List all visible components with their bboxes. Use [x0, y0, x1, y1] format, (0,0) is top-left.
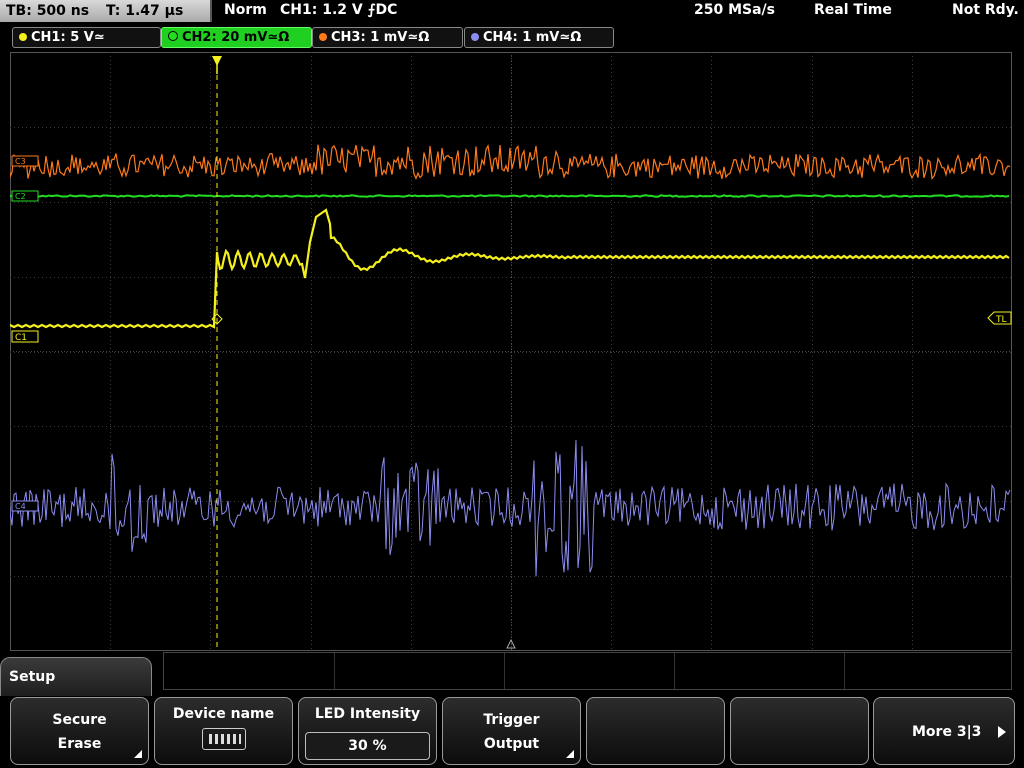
softkey-label: Erase — [57, 736, 102, 752]
next-page-arrow-icon — [998, 726, 1006, 738]
softkey-bar: Secure Erase Device name LED Intensity 3… — [0, 696, 1024, 768]
graticule — [10, 52, 1012, 651]
ch2-trace — [10, 194, 1010, 198]
channel-tab-ch2[interactable]: CH2: 20 mV≃Ω — [161, 27, 312, 48]
softkey-label: LED Intensity — [314, 706, 421, 722]
channel-tab-ch4[interactable]: CH4: 1 mV≃Ω — [464, 27, 614, 48]
timebase-value: TB: 500 ns — [6, 3, 90, 19]
ch1-trace — [10, 208, 1010, 329]
led-intensity-button[interactable]: LED Intensity 30 % — [298, 697, 437, 765]
info-strip-divider — [674, 653, 675, 689]
ch2-color-dot — [168, 31, 178, 41]
more-label: More 3|3 — [912, 724, 982, 740]
secure-erase-button[interactable]: Secure Erase — [10, 697, 149, 765]
ch4-label: CH4: 1 mV≃Ω — [483, 30, 582, 45]
more-button[interactable]: More 3|3 — [873, 697, 1015, 765]
ch4-offset-marker[interactable]: C4 — [11, 500, 39, 512]
ch4-marker-label: C4 — [15, 502, 26, 511]
trigger-mode[interactable]: Norm — [224, 2, 267, 18]
channel-tab-ch3[interactable]: CH3: 1 mV≃Ω — [312, 27, 463, 48]
softkey-label: Device name — [172, 706, 275, 722]
ch1-marker-label: C1 — [15, 333, 27, 343]
channel-tab-ch1[interactable]: CH1: 5 V≃ — [12, 27, 161, 48]
ch2-offset-marker[interactable]: C2 — [11, 190, 39, 202]
ch2-marker-label: C2 — [15, 192, 26, 201]
ch3-trace — [10, 144, 1011, 180]
info-strip-divider — [504, 653, 505, 689]
acquisition-status: Not Rdy. — [952, 2, 1019, 18]
softkey-label: Trigger — [483, 712, 540, 728]
menu-title-tab: Setup — [0, 657, 152, 697]
submenu-corner-icon — [566, 750, 574, 758]
info-strip-divider — [844, 653, 845, 689]
ch4-trace — [10, 440, 1011, 577]
channel-tabs: CH1: 5 V≃ CH2: 20 mV≃Ω CH3: 1 mV≃Ω CH4: … — [0, 27, 1024, 49]
ch1-color-dot — [19, 33, 27, 41]
sample-rate: 250 MSa/s — [694, 2, 776, 18]
ch3-color-dot — [319, 33, 327, 41]
timebase-box[interactable]: TB: 500 ns T: 1.47 µs — [0, 0, 212, 22]
device-name-button[interactable]: Device name — [154, 697, 293, 765]
keyboard-icon — [201, 728, 246, 750]
acquisition-mode: Real Time — [814, 2, 892, 18]
trigger-output-button[interactable]: Trigger Output — [442, 697, 581, 765]
empty-softkey-5[interactable] — [586, 697, 725, 765]
ch2-label: CH2: 20 mV≃Ω — [182, 30, 290, 45]
empty-softkey-6[interactable] — [730, 697, 869, 765]
info-strip — [163, 652, 1012, 690]
ch1-offset-marker[interactable]: C1 — [11, 330, 39, 343]
ch4-color-dot — [471, 33, 479, 41]
trigger-time-value: T: 1.47 µs — [105, 3, 184, 19]
trigger-info[interactable]: CH1: 1.2 V ⨍DC — [280, 2, 397, 18]
softkey-label: Secure — [52, 712, 107, 728]
trigger-level-marker[interactable]: TL — [987, 311, 1012, 325]
menu-title: Setup — [9, 669, 56, 685]
led-intensity-value[interactable]: 30 % — [305, 732, 430, 760]
status-bar: TB: 500 ns T: 1.47 µs Norm CH1: 1.2 V ⨍D… — [0, 0, 1024, 26]
info-strip-divider — [334, 653, 335, 689]
submenu-corner-icon — [134, 750, 142, 758]
ch3-marker-label: C3 — [15, 157, 26, 166]
ch1-label: CH1: 5 V≃ — [31, 30, 105, 45]
softkey-label: Output — [483, 736, 540, 752]
ch3-label: CH3: 1 mV≃Ω — [331, 30, 430, 45]
trigger-level-label: TL — [995, 315, 1007, 325]
waveform-canvas[interactable]: C1 TL C2 C3 C4 — [10, 52, 1012, 651]
ch3-offset-marker[interactable]: C3 — [11, 155, 39, 167]
